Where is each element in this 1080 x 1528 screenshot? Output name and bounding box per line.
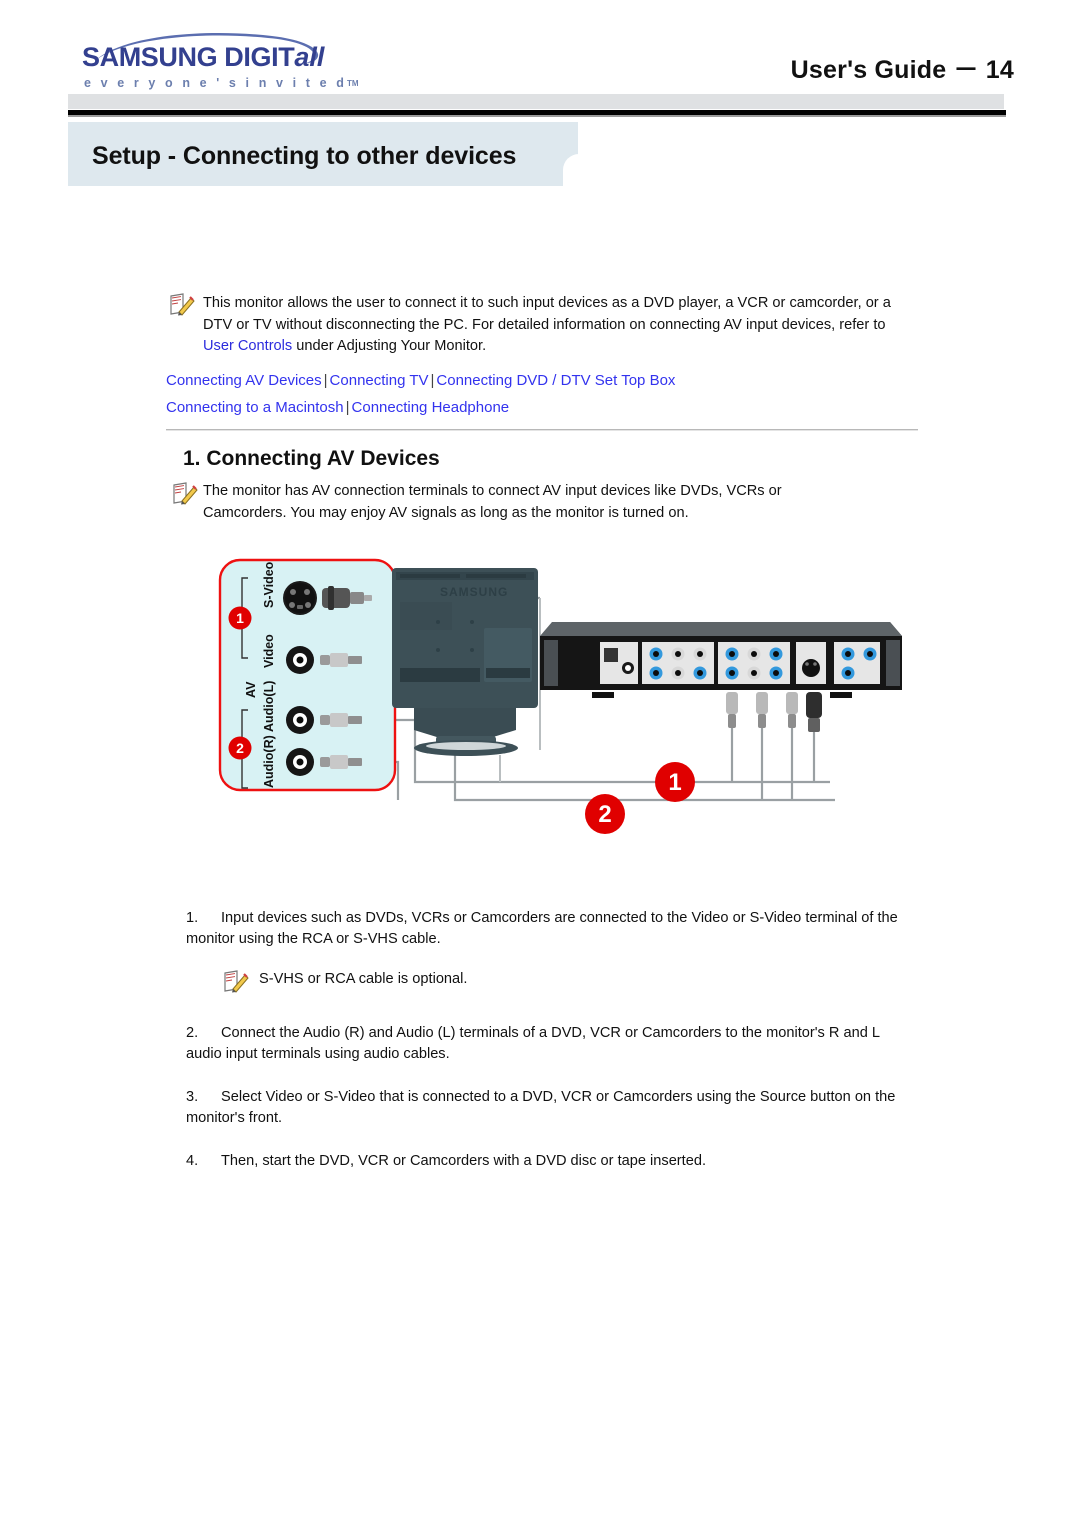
section-paragraph: The monitor has AV connection terminals … [203, 483, 782, 521]
nav-link-connecting-dvd-dtv-set-top-box[interactable]: Connecting DVD / DTV Set Top Box [436, 372, 675, 389]
note-pencil-icon [172, 481, 198, 505]
step-text: Input devices such as DVDs, VCRs or Camc… [186, 910, 898, 947]
samsung-logo: SAMSUNG DIGITall e v e r y o n e ' s i n… [72, 30, 359, 90]
svg-text:2: 2 [236, 740, 244, 756]
av-connection-diagram: S-Video Video AV Audio(L) Audio(R) 1 2 S… [200, 550, 920, 870]
step-number: 2. [186, 1025, 199, 1041]
step-text: Connect the Audio (R) and Audio (L) term… [186, 1025, 880, 1062]
header-grey-strip [68, 94, 1004, 109]
page-title-guide-label: User's Guide － 14 [790, 56, 1014, 84]
step-number: 4. [186, 1153, 199, 1169]
svg-text:1: 1 [236, 610, 244, 626]
note-pencil-icon [223, 969, 249, 993]
instruction-list: 1. Input devices such as DVDs, VCRs or C… [186, 908, 906, 1191]
note-pencil-icon [169, 292, 195, 316]
step-text: Then, start the DVD, VCR or Camcorders w… [221, 1153, 707, 1169]
nav-separator: | [323, 372, 328, 389]
svg-text:Audio(R): Audio(R) [262, 735, 276, 788]
nav-link-connecting-to-a-macintosh[interactable]: Connecting to a Macintosh [166, 399, 344, 416]
step-number: 1. [186, 910, 199, 926]
sub-note-text: S-VHS or RCA cable is optional. [259, 971, 468, 987]
list-item: 4. Then, start the DVD, VCR or Camcorder… [186, 1151, 906, 1172]
section-nav-links: Connecting AV Devices | Connecting TV | Conn… [166, 368, 926, 421]
svg-text:AV: AV [244, 681, 258, 698]
header-rule-shadow [68, 115, 1006, 117]
nav-link-connecting-tv[interactable]: Connecting TV [330, 372, 429, 389]
svg-text:Video: Video [262, 634, 276, 668]
title-banner-notch [563, 154, 683, 188]
cable-badge-1: 1 [655, 762, 695, 802]
intro-paragraph: This monitor allows the user to connect … [203, 295, 891, 354]
svg-text:SAMSUNG: SAMSUNG [440, 585, 508, 599]
svg-text:2: 2 [598, 801, 611, 828]
logo-tagline: e v e r y o n e ' s i n v i t e dTM [84, 76, 359, 90]
list-item: 2. Connect the Audio (R) and Audio (L) t… [186, 1023, 906, 1065]
nav-divider [166, 429, 918, 431]
svg-text:1: 1 [668, 769, 681, 796]
step-number: 3. [186, 1089, 199, 1105]
logo-wordmark: SAMSUNG DIGITall [82, 42, 325, 72]
section-heading: 1. Connecting AV Devices [183, 447, 440, 470]
list-item: 1. Input devices such as DVDs, VCRs or C… [186, 908, 906, 950]
page-header: SAMSUNG DIGITall e v e r y o n e ' s i n… [0, 0, 1080, 96]
svg-text:Audio(L): Audio(L) [262, 681, 276, 732]
page-title: Setup - Connecting to other devices [92, 142, 517, 170]
svg-text:S-Video: S-Video [262, 561, 276, 608]
nav-link-connecting-av-devices[interactable]: Connecting AV Devices [166, 372, 322, 389]
cable-badge-2: 2 [585, 794, 625, 834]
list-item: 3. Select Video or S-Video that is conne… [186, 1087, 906, 1129]
user-controls-link[interactable]: User Controls [203, 338, 292, 354]
av-device-image [540, 622, 902, 698]
nav-link-connecting-headphone[interactable]: Connecting Headphone [352, 399, 510, 416]
nav-separator: | [345, 398, 350, 416]
step-text: Select Video or S-Video that is connecte… [186, 1089, 896, 1126]
sub-note: S-VHS or RCA cable is optional. [221, 969, 906, 995]
